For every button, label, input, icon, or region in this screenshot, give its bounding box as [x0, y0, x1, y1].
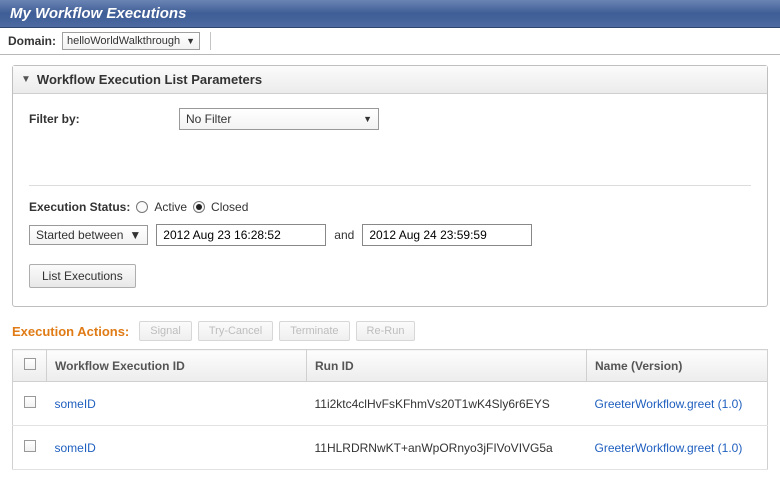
- date-and-label: and: [334, 228, 354, 242]
- status-radio-active[interactable]: [136, 201, 148, 213]
- chevron-down-icon: ▼: [186, 36, 195, 46]
- select-all-checkbox[interactable]: [24, 358, 36, 370]
- signal-button[interactable]: Signal: [139, 321, 192, 341]
- page-title-bar: My Workflow Executions: [0, 0, 780, 28]
- row-checkbox[interactable]: [24, 396, 36, 408]
- parameters-panel: ▼ Workflow Execution List Parameters Fil…: [12, 65, 768, 307]
- table-header-row: Workflow Execution ID Run ID Name (Versi…: [13, 350, 768, 382]
- filter-select[interactable]: No Filter ▼: [179, 108, 379, 130]
- status-radio-closed[interactable]: [193, 201, 205, 213]
- domain-bar: Domain: helloWorldWalkthrough ▼: [0, 28, 780, 55]
- date-mode-select[interactable]: Started between ▼: [29, 225, 148, 245]
- row-checkbox[interactable]: [24, 440, 36, 452]
- row-checkbox-cell: [13, 382, 47, 426]
- domain-select[interactable]: helloWorldWalkthrough ▼: [62, 32, 200, 50]
- re-run-button[interactable]: Re-Run: [356, 321, 416, 341]
- chevron-down-icon: ▼: [129, 228, 141, 242]
- runid-cell: 11i2ktc4clHvFsKFhmVs20T1wK4Sly6r6EYS: [307, 382, 587, 426]
- wfid-link[interactable]: someID: [55, 441, 96, 455]
- header-checkbox-cell: [13, 350, 47, 382]
- filter-label: Filter by:: [29, 112, 179, 126]
- status-label: Execution Status:: [29, 200, 130, 214]
- domain-label: Domain:: [8, 34, 56, 48]
- header-name[interactable]: Name (Version): [587, 350, 768, 382]
- parameters-panel-header[interactable]: ▼ Workflow Execution List Parameters: [13, 66, 767, 94]
- row-checkbox-cell: [13, 426, 47, 470]
- triangle-down-icon: ▼: [21, 74, 31, 85]
- table-row: someID 11HLRDRNwKT+anWpORnyo3jFIVoVIVG5a…: [13, 426, 768, 470]
- name-link[interactable]: GreeterWorkflow.greet (1.0): [595, 397, 743, 411]
- table-row: someID 11i2ktc4clHvFsKFhmVs20T1wK4Sly6r6…: [13, 382, 768, 426]
- date-range-row: Started between ▼ and: [29, 224, 751, 246]
- status-option-closed: Closed: [211, 200, 248, 214]
- chevron-down-icon: ▼: [363, 114, 372, 124]
- header-runid[interactable]: Run ID: [307, 350, 587, 382]
- status-row: Execution Status: Active Closed: [29, 200, 751, 214]
- name-link[interactable]: GreeterWorkflow.greet (1.0): [595, 441, 743, 455]
- date-from-input[interactable]: [156, 224, 326, 246]
- date-to-input[interactable]: [362, 224, 532, 246]
- filter-value: No Filter: [186, 112, 231, 126]
- domain-value: helloWorldWalkthrough: [67, 35, 180, 47]
- parameters-panel-title: Workflow Execution List Parameters: [37, 72, 262, 87]
- try-cancel-button[interactable]: Try-Cancel: [198, 321, 273, 341]
- execution-actions-title: Execution Actions:: [12, 324, 129, 339]
- terminate-button[interactable]: Terminate: [279, 321, 349, 341]
- page-title: My Workflow Executions: [10, 5, 186, 22]
- filter-row: Filter by: No Filter ▼: [29, 108, 751, 186]
- divider: [210, 32, 211, 50]
- status-option-active: Active: [154, 200, 187, 214]
- list-executions-button[interactable]: List Executions: [29, 264, 136, 288]
- date-mode-value: Started between: [36, 228, 123, 242]
- executions-table: Workflow Execution ID Run ID Name (Versi…: [12, 349, 768, 470]
- header-wfid[interactable]: Workflow Execution ID: [47, 350, 307, 382]
- runid-cell: 11HLRDRNwKT+anWpORnyo3jFIVoVIVG5a: [307, 426, 587, 470]
- execution-actions-bar: Execution Actions: Signal Try-Cancel Ter…: [12, 321, 768, 341]
- wfid-link[interactable]: someID: [55, 397, 96, 411]
